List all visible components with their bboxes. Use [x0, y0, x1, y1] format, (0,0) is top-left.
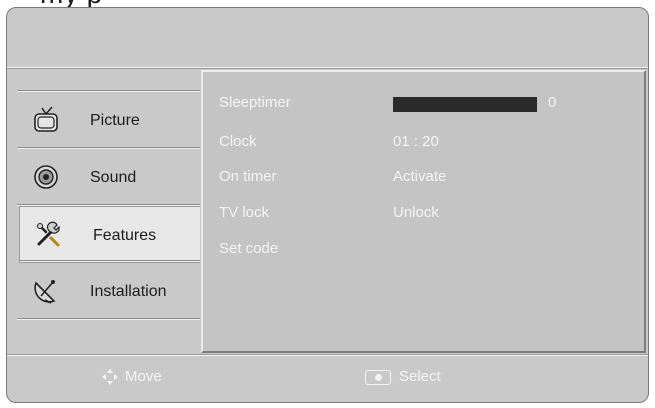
sleeptimer-value: 0 [548, 94, 557, 111]
sidebar-item-features[interactable]: Features [19, 206, 200, 263]
sleeptimer-bar[interactable] [393, 97, 537, 112]
sidebar-item-sound[interactable]: Sound [17, 149, 200, 206]
tools-icon [34, 220, 64, 250]
divider [20, 260, 200, 262]
menu-row-sleeptimer[interactable]: Sleeptimer 0 [219, 94, 639, 114]
satellite-dish-icon [31, 276, 61, 306]
tv-menu-panel: Picture Sound Features Installation Slee… [6, 7, 649, 403]
features-menu-content: Sleeptimer 0 Clock 01 : 20 On timer Acti… [201, 70, 646, 353]
sidebar: Picture Sound Features Installation [17, 90, 200, 320]
divider [7, 68, 648, 69]
on-timer-value: Activate [393, 168, 447, 185]
menu-row-set-code[interactable]: Set code [219, 240, 639, 260]
sidebar-item-installation[interactable]: Installation [17, 263, 200, 320]
select-label: Select [399, 368, 441, 385]
menu-row-on-timer[interactable]: On timer Activate [219, 168, 639, 188]
tv-lock-value: Unlock [393, 204, 439, 221]
menu-row-tv-lock[interactable]: TV lock Unlock [219, 204, 639, 224]
tv-lock-label: TV lock [219, 204, 270, 221]
divider [17, 318, 200, 320]
speaker-icon [31, 162, 61, 192]
sidebar-item-picture[interactable]: Picture [17, 92, 200, 149]
move-hint: Move [101, 368, 162, 386]
select-hint: Select [365, 368, 441, 385]
sidebar-item-label: Installation [90, 283, 167, 300]
sidebar-item-label: Sound [90, 169, 137, 186]
sidebar-item-label: Picture [90, 112, 140, 129]
divider [7, 355, 648, 356]
sidebar-item-label: Features [93, 227, 157, 244]
clock-value: 01 : 20 [393, 133, 439, 150]
on-timer-label: On timer [219, 168, 277, 185]
clock-label: Clock [219, 133, 257, 150]
ok-button-icon [365, 369, 391, 385]
set-code-label: Set code [219, 240, 279, 257]
menu-row-clock[interactable]: Clock 01 : 20 [219, 133, 639, 153]
navigate-arrows-icon [101, 368, 119, 386]
move-label: Move [125, 368, 162, 385]
sleeptimer-label: Sleeptimer [219, 94, 291, 111]
tv-icon [31, 105, 61, 135]
footer-hints: Move Select [7, 358, 648, 402]
